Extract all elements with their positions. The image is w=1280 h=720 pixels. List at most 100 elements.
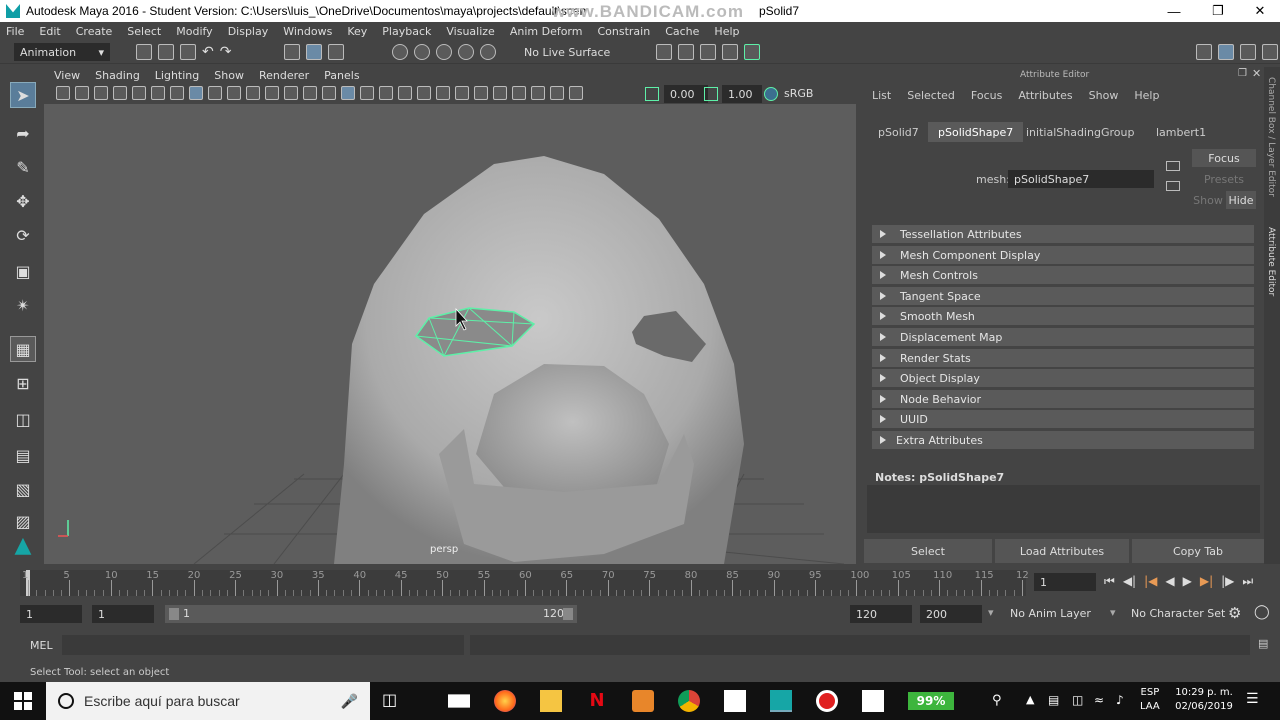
maya-home-icon[interactable]: ▲: [10, 532, 36, 558]
ipr-render-icon[interactable]: [678, 44, 694, 60]
wifi-icon[interactable]: ≈: [1094, 693, 1104, 707]
motion-blur-icon[interactable]: [455, 86, 469, 100]
auto-key-icon[interactable]: ◯: [1254, 604, 1270, 620]
open-scene-icon[interactable]: [158, 44, 174, 60]
safe-title-icon[interactable]: [303, 86, 317, 100]
power-icon[interactable]: ◫: [1072, 693, 1083, 707]
scale-tool-icon[interactable]: ▣: [10, 258, 36, 284]
firefox-icon[interactable]: [494, 690, 516, 712]
xray-icon[interactable]: [531, 86, 545, 100]
textured-icon[interactable]: [379, 86, 393, 100]
exposure-field[interactable]: 0.00: [664, 85, 708, 103]
chevron-up-icon[interactable]: ▲: [1026, 693, 1034, 706]
snap-point-icon[interactable]: [436, 44, 452, 60]
step-forward-key-icon[interactable]: ▶|: [1200, 574, 1213, 589]
menu-anim-deform[interactable]: Anim Deform: [510, 25, 583, 38]
ae-menu-help[interactable]: Help: [1134, 89, 1159, 102]
section-displacement-map[interactable]: Displacement Map: [872, 328, 1254, 346]
render-view-icon[interactable]: [744, 44, 760, 60]
mail-icon[interactable]: [448, 694, 470, 708]
channel-box-tab[interactable]: Channel Box / Layer Editor: [1266, 77, 1276, 197]
script-language-label[interactable]: MEL: [30, 639, 53, 652]
two-d-pan-icon[interactable]: [151, 86, 165, 100]
go-to-end-icon[interactable]: ⏭: [1242, 574, 1253, 589]
image-plane-icon[interactable]: [113, 86, 127, 100]
single-perspective-layout-icon[interactable]: ▦: [10, 336, 36, 362]
chrome-icon[interactable]: [678, 690, 700, 712]
menu-cache[interactable]: Cache: [665, 25, 699, 38]
range-slider-bar[interactable]: 1 120: [165, 605, 577, 623]
render-frame-icon[interactable]: [656, 44, 672, 60]
component-mode-icon[interactable]: [328, 44, 344, 60]
gate-mask-icon[interactable]: [246, 86, 260, 100]
live-surface-label[interactable]: No Live Surface: [524, 46, 610, 59]
ae-menu-selected[interactable]: Selected: [907, 89, 955, 102]
section-smooth-mesh[interactable]: Smooth Mesh: [872, 307, 1254, 325]
menu-help[interactable]: Help: [714, 25, 739, 38]
graph-layout-icon[interactable]: ▧: [10, 476, 36, 502]
animation-prefs-icon[interactable]: ⚙: [1228, 604, 1241, 622]
render-settings-icon[interactable]: [700, 44, 716, 60]
character-set-dropdown[interactable]: No Character Set: [1131, 607, 1225, 620]
notifications-icon[interactable]: ☰: [1246, 691, 1259, 707]
lasso-tool-icon[interactable]: ➦: [10, 120, 36, 146]
grease-pencil-icon[interactable]: [170, 86, 184, 100]
ambient-occlusion-icon[interactable]: [436, 86, 450, 100]
step-back-key-icon[interactable]: |◀: [1144, 574, 1157, 589]
battery-indicator[interactable]: 99%: [908, 692, 954, 710]
gamma-field[interactable]: 1.00: [722, 85, 762, 103]
language-indicator[interactable]: ESP LAA: [1140, 686, 1160, 714]
section-object-display[interactable]: Object Display: [872, 369, 1254, 387]
media-player-icon[interactable]: [632, 690, 654, 712]
maya-taskbar-icon[interactable]: [770, 690, 792, 712]
people-icon[interactable]: ⚲: [992, 693, 1002, 708]
two-pane-layout-icon[interactable]: ◫: [10, 406, 36, 432]
menu-constrain[interactable]: Constrain: [597, 25, 650, 38]
anim-layer-dropdown[interactable]: No Anim Layer: [1010, 607, 1091, 620]
color-management-icon[interactable]: [764, 87, 778, 101]
load-attributes-button[interactable]: Load Attributes: [995, 539, 1129, 563]
microphone-icon[interactable]: 🎤: [341, 693, 358, 710]
undo-icon[interactable]: ↶: [202, 44, 214, 60]
menu-select[interactable]: Select: [127, 25, 161, 38]
step-forward-frame-icon[interactable]: |▶: [1221, 574, 1234, 589]
menu-modify[interactable]: Modify: [176, 25, 212, 38]
menu-set-dropdown[interactable]: Animation ▾: [14, 43, 110, 61]
menu-edit[interactable]: Edit: [39, 25, 60, 38]
universal-manip-icon[interactable]: ✴: [10, 292, 36, 318]
ae-menu-focus[interactable]: Focus: [971, 89, 1002, 102]
object-mode-icon[interactable]: [306, 44, 322, 60]
windows-start-icon[interactable]: [14, 692, 32, 710]
maximize-button[interactable]: ❐: [1196, 0, 1240, 22]
field-chart-icon[interactable]: [265, 86, 279, 100]
viewport-menu-renderer[interactable]: Renderer: [259, 69, 309, 82]
notes-textarea[interactable]: [867, 485, 1260, 533]
photos-icon[interactable]: [724, 690, 746, 712]
wireframe-icon[interactable]: [322, 86, 336, 100]
menu-key[interactable]: Key: [347, 25, 367, 38]
camera-lock-icon[interactable]: [75, 86, 89, 100]
film-gate-icon[interactable]: [208, 86, 222, 100]
rotate-tool-icon[interactable]: ⟳: [10, 222, 36, 248]
time-slider[interactable]: 1 5 10 15 20 25 30 35 40 45 50 55 60 65 70 75 80 85 90 95 10…: [0, 566, 1280, 600]
netflix-icon[interactable]: N: [586, 690, 608, 712]
time-slider-track[interactable]: 1 5 10 15 20 25 30 35 40 45 50 55 60 65 70 75 80 85 90 95 10…: [20, 570, 1029, 596]
script-editor-icon[interactable]: ▤: [1258, 637, 1268, 650]
taskbar-search-box[interactable]: Escribe aquí para buscar 🎤: [46, 682, 370, 720]
grid-icon[interactable]: [189, 86, 203, 100]
clock[interactable]: 10:29 p. m. 02/06/2019: [1172, 686, 1236, 714]
paint-select-tool-icon[interactable]: ✎: [10, 154, 36, 180]
channel-box-toggle-icon[interactable]: [1262, 44, 1278, 60]
chevron-down-icon[interactable]: ▾: [1110, 606, 1116, 619]
gamma-icon[interactable]: [704, 87, 718, 101]
section-mesh-component-display[interactable]: Mesh Component Display: [872, 246, 1254, 264]
viewport-menu-lighting[interactable]: Lighting: [155, 69, 199, 82]
select-tool-icon[interactable]: ➤: [10, 82, 36, 108]
volume-icon[interactable]: ♪: [1116, 693, 1124, 707]
float-panel-icon[interactable]: ❐: [1238, 68, 1247, 79]
menu-display[interactable]: Display: [228, 25, 269, 38]
menu-file[interactable]: File: [6, 25, 24, 38]
play-forwards-icon[interactable]: ▶: [1183, 574, 1192, 589]
depth-of-field-icon[interactable]: [493, 86, 507, 100]
section-node-behavior[interactable]: Node Behavior: [872, 390, 1254, 408]
